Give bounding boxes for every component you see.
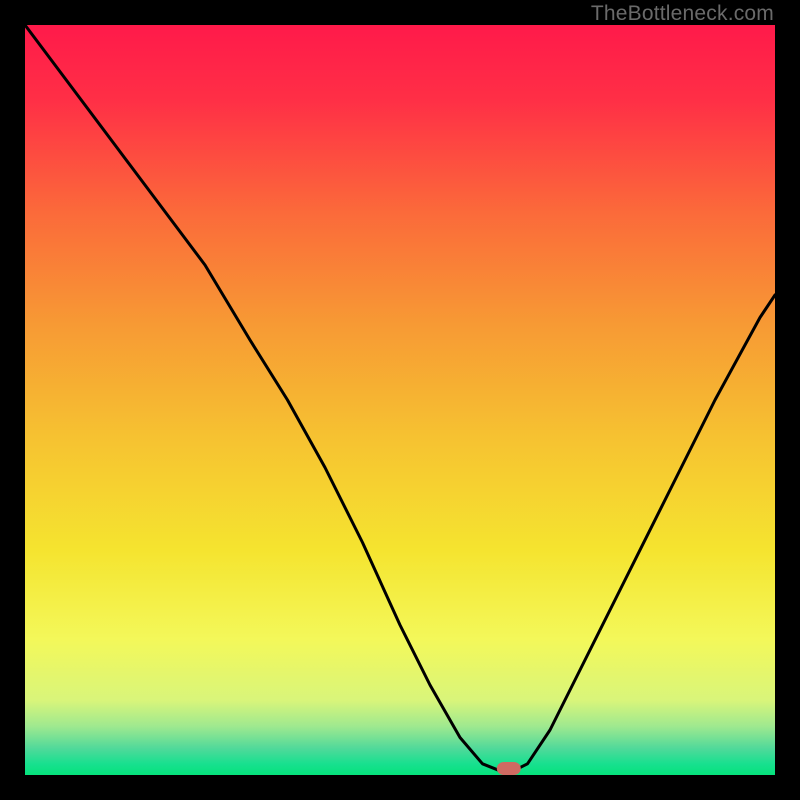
gradient-background xyxy=(25,25,775,775)
bottleneck-chart xyxy=(25,25,775,775)
plot-area xyxy=(25,25,775,775)
watermark-label: TheBottleneck.com xyxy=(591,2,774,26)
chart-frame: TheBottleneck.com xyxy=(0,0,800,800)
optimal-marker xyxy=(497,762,521,775)
